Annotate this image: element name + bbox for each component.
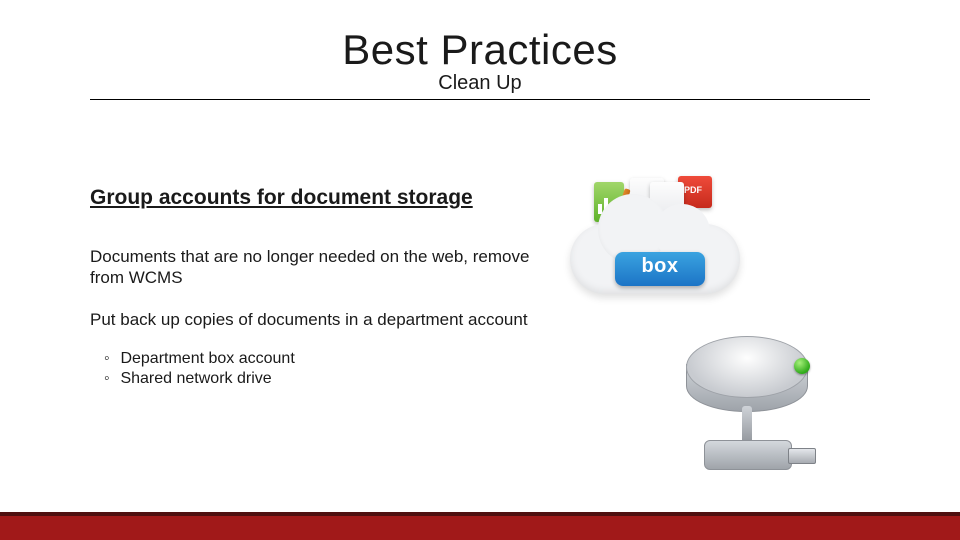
list-item-label: Shared network drive [120, 370, 271, 387]
paragraph-2: Put back up copies of documents in a dep… [90, 309, 550, 330]
disk-top-icon [686, 336, 808, 398]
title-divider [90, 99, 870, 100]
sub-list: ◦ Department box account ◦ Shared networ… [90, 350, 550, 388]
bullet-icon: ◦ [104, 370, 116, 388]
drive-base-icon [704, 440, 792, 470]
list-item: ◦ Department box account [104, 350, 550, 368]
footer-band [0, 512, 960, 540]
paragraph-1: Documents that are no longer needed on t… [90, 246, 550, 289]
box-logo-icon: box [615, 252, 705, 286]
bullet-icon: ◦ [104, 350, 116, 368]
cloud-documents-icon: box [570, 176, 740, 316]
network-plug-icon [788, 448, 816, 464]
network-drive-icon [670, 336, 830, 486]
slide-subtitle: Clean Up [0, 72, 960, 95]
slide-title: Best Practices [0, 26, 960, 74]
slide: Best Practices Clean Up Group accounts f… [0, 26, 960, 540]
section-heading: Group accounts for document storage [90, 186, 550, 210]
list-item-label: Department box account [120, 350, 294, 367]
list-item: ◦ Shared network drive [104, 370, 550, 388]
status-light-icon [794, 358, 810, 374]
content-block: Group accounts for document storage Docu… [90, 186, 550, 390]
